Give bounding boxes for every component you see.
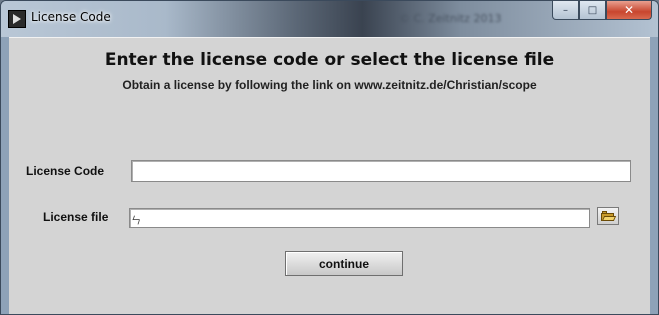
close-icon: ✕ <box>623 3 635 17</box>
window-controls: – □ ✕ <box>552 1 652 21</box>
browse-button[interactable] <box>597 207 619 225</box>
license-file-label: License file <box>43 210 109 224</box>
window-title: License Code <box>31 10 111 24</box>
license-file-input[interactable] <box>130 211 589 229</box>
title-bar[interactable]: License Code © C. Zeitnitz 2013 – □ ✕ <box>1 1 658 37</box>
dialog-heading: Enter the license code or select the lic… <box>104 50 555 70</box>
license-code-label: License Code <box>26 164 105 178</box>
dialog-subheading: Obtain a license by following the link o… <box>122 78 537 92</box>
folder-open-icon <box>601 210 617 221</box>
maximize-icon: □ <box>587 4 598 16</box>
license-code-input[interactable] <box>132 162 630 182</box>
continue-button[interactable]: continue <box>285 251 403 276</box>
license-code-window: License Code © C. Zeitnitz 2013 – □ ✕ En… <box>0 0 659 315</box>
app-icon <box>8 10 26 28</box>
license-code-field <box>131 160 631 182</box>
maximize-button[interactable]: □ <box>579 1 606 20</box>
minimize-button[interactable]: – <box>552 1 579 20</box>
license-file-field: ㄣ <box>129 208 590 229</box>
title-watermark: © C. Zeitnitz 2013 <box>399 12 502 25</box>
path-symbol-icon: ㄣ <box>131 216 141 227</box>
minimize-icon: – <box>563 4 568 16</box>
dialog-panel: Enter the license code or select the lic… <box>9 37 650 314</box>
close-button[interactable]: ✕ <box>606 1 652 20</box>
